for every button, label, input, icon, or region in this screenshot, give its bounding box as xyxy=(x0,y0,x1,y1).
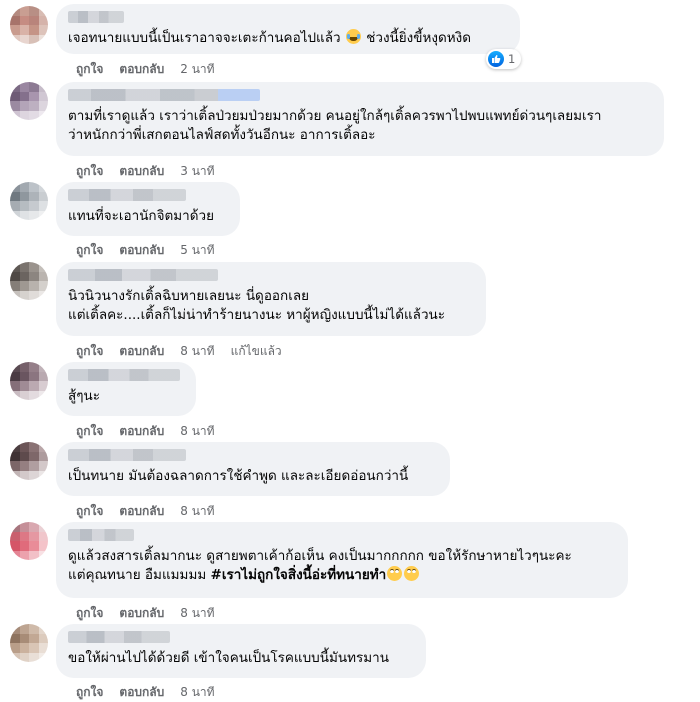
comment-bubble: ดูแล้วสงสารเติ้ลมากนะ ดูสายพตาเค้าก้อเห็… xyxy=(56,522,628,598)
timestamp[interactable]: 8 นาที xyxy=(180,604,214,623)
comment-bubble: สู้ๆนะ xyxy=(56,362,196,416)
comment-text: ตามที่เราดูแล้ว เราว่าเติ้ลป่วยมป่วยมากด… xyxy=(68,108,602,143)
avatar[interactable] xyxy=(10,82,48,120)
rolling-eyes-icon xyxy=(404,566,420,581)
timestamp[interactable]: 8 นาที xyxy=(180,422,214,441)
like-icon xyxy=(488,51,504,67)
comment-bubble: เป็นทนาย มันต้องฉลาดการใช้คำพูด และละเอี… xyxy=(56,442,450,496)
like-button[interactable]: ถูกใจ xyxy=(76,162,103,181)
reply-button[interactable]: ตอบกลับ xyxy=(119,422,164,441)
comment-bubble: ขอให้ผ่านไปได้ด้วยดี เข้าใจคนเป็นโรคแบบน… xyxy=(56,624,426,678)
avatar[interactable] xyxy=(10,262,48,300)
reply-button[interactable]: ตอบกลับ xyxy=(119,60,164,79)
reply-button[interactable]: ตอบกลับ xyxy=(119,342,164,361)
comment-bubble: ตามที่เราดูแล้ว เราว่าเติ้ลป่วยมป่วยมากด… xyxy=(56,82,664,156)
comment-text: นิวนิวนางรักเติ้ลฉิบหายเลยนะ นี่ดูออกเลย… xyxy=(68,288,446,323)
author-name-redacted[interactable] xyxy=(68,369,180,381)
timestamp[interactable]: 8 นาที xyxy=(180,683,214,702)
avatar[interactable] xyxy=(10,182,48,220)
edited-label[interactable]: แก้ไขแล้ว xyxy=(231,342,282,361)
author-name-redacted[interactable] xyxy=(68,631,170,643)
timestamp[interactable]: 3 นาที xyxy=(180,162,214,181)
laughing-tears-icon xyxy=(345,29,361,44)
rolling-eyes-icon xyxy=(387,566,403,581)
comment-bubble: นิวนิวนางรักเติ้ลฉิบหายเลยนะ นี่ดูออกเลย… xyxy=(56,262,486,336)
comment-text: ดูแล้วสงสารเติ้ลมากนะ ดูสายพตาเค้าก้อเห็… xyxy=(68,548,572,583)
comment-text: เจอทนายแบบนี้เป็นเราอาจจะเตะก้านคอไปแล้ว… xyxy=(68,29,472,46)
comment-bubble: เจอทนายแบบนี้เป็นเราอาจจะเตะก้านคอไปแล้ว… xyxy=(56,4,520,54)
like-button[interactable]: ถูกใจ xyxy=(76,604,103,623)
reply-button[interactable]: ตอบกลับ xyxy=(119,502,164,521)
like-button[interactable]: ถูกใจ xyxy=(76,502,103,521)
reply-button[interactable]: ตอบกลับ xyxy=(119,241,164,260)
like-button[interactable]: ถูกใจ xyxy=(76,60,103,79)
comment-text: เป็นทนาย มันต้องฉลาดการใช้คำพูด และละเอี… xyxy=(68,468,409,484)
like-button[interactable]: ถูกใจ xyxy=(76,342,103,361)
comment-text: ขอให้ผ่านไปได้ด้วยดี เข้าใจคนเป็นโรคแบบน… xyxy=(68,650,389,666)
author-name-redacted[interactable] xyxy=(68,449,186,461)
timestamp[interactable]: 5 นาที xyxy=(180,241,214,260)
author-name-redacted[interactable] xyxy=(68,529,134,541)
timestamp[interactable]: 2 นาที xyxy=(180,60,214,79)
comment-text: สู้ๆนะ xyxy=(68,388,100,404)
avatar[interactable] xyxy=(10,6,48,44)
avatar[interactable] xyxy=(10,442,48,480)
author-name-redacted[interactable] xyxy=(68,269,218,281)
reply-button[interactable]: ตอบกลับ xyxy=(119,604,164,623)
author-name-redacted[interactable] xyxy=(68,11,124,23)
timestamp[interactable]: 8 นาที xyxy=(180,502,214,521)
like-button[interactable]: ถูกใจ xyxy=(76,683,103,702)
avatar[interactable] xyxy=(10,522,48,560)
author-name-redacted[interactable] xyxy=(68,189,186,201)
hashtag-link[interactable]: #เราไม่ถูกใจสิ่งนี้อ่ะที่ทนายทำ xyxy=(211,567,387,583)
avatar[interactable] xyxy=(10,362,48,400)
reaction-count: 1 xyxy=(508,52,516,66)
reply-button[interactable]: ตอบกลับ xyxy=(119,683,164,702)
like-button[interactable]: ถูกใจ xyxy=(76,422,103,441)
comment-text: แทนที่จะเอานักจิตมาด้วย xyxy=(68,208,215,224)
timestamp[interactable]: 8 นาที xyxy=(180,342,214,361)
author-name-redacted[interactable] xyxy=(68,89,260,101)
reaction-summary[interactable]: 1 xyxy=(486,49,522,69)
avatar[interactable] xyxy=(10,624,48,662)
reply-button[interactable]: ตอบกลับ xyxy=(119,162,164,181)
comment-bubble: แทนที่จะเอานักจิตมาด้วย xyxy=(56,182,240,236)
like-button[interactable]: ถูกใจ xyxy=(76,241,103,260)
